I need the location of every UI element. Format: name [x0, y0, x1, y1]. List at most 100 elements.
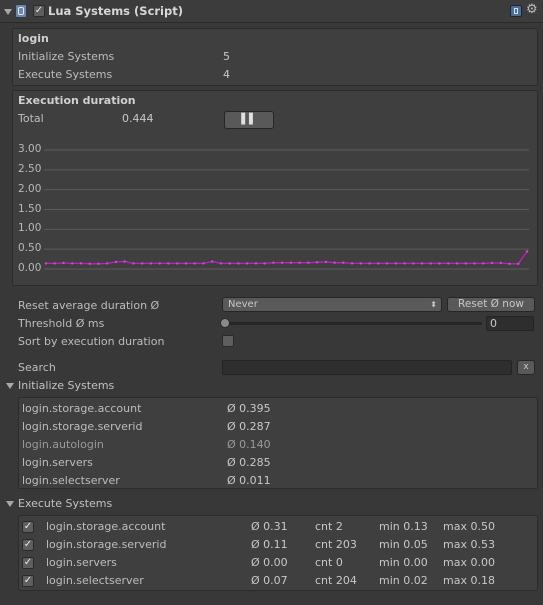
threshold-label: Threshold Ø ms: [18, 317, 105, 330]
exec-system-max: max 0.18: [443, 574, 495, 587]
duration-data-point: [324, 260, 328, 264]
duration-title: Execution duration: [18, 94, 136, 107]
gear-icon[interactable]: ⚙: [526, 3, 538, 17]
duration-data-point: [53, 262, 56, 265]
exec-system-min: min 0.02: [379, 574, 428, 587]
duration-data-point: [385, 262, 389, 265]
reset-average-dropdown[interactable]: Never ⬍: [222, 297, 442, 312]
reset-average-label: Reset average duration Ø: [18, 299, 160, 312]
search-input[interactable]: [222, 360, 512, 375]
duration-data-point: [123, 260, 126, 263]
duration-chart: 3.00 2.50 2.00 1.50 1.00 0.50 0.00: [0, 140, 543, 280]
duration-data-point: [420, 262, 424, 265]
initialize-foldout-icon[interactable]: [6, 383, 14, 389]
system-enabled-checkbox[interactable]: ✓: [22, 539, 34, 551]
exec-system-average: Ø 0.31: [251, 520, 288, 533]
duration-data-point: [106, 262, 109, 265]
duration-data-point: [394, 262, 397, 265]
duration-data-point: [62, 261, 65, 265]
duration-data-point: [315, 261, 319, 264]
dropdown-arrows-icon: ⬍: [430, 300, 437, 309]
total-value: 0.444: [122, 112, 154, 125]
initialize-section-title[interactable]: Initialize Systems: [18, 379, 114, 392]
duration-data-point: [158, 262, 161, 265]
help-icon[interactable]: [510, 5, 522, 17]
init-system-duration: Ø 0.140: [227, 438, 271, 451]
init-system-duration: Ø 0.395: [227, 402, 271, 415]
duration-data-point: [342, 261, 345, 264]
duration-data-point: [88, 262, 91, 265]
duration-data-point: [211, 260, 214, 263]
init-system-name: login.storage.account: [22, 402, 142, 415]
exec-system-name: login.selectserver: [46, 574, 144, 587]
initialize-systems-label: Initialize Systems: [18, 50, 115, 63]
duration-data-point: [412, 262, 415, 265]
enabled-checkbox[interactable]: ✓: [33, 5, 45, 17]
execute-foldout-icon[interactable]: [6, 501, 14, 507]
search-clear-button[interactable]: x: [517, 360, 535, 375]
duration-data-point: [202, 262, 205, 265]
duration-data-point: [490, 261, 494, 265]
duration-data-point: [167, 262, 170, 265]
exec-system-count: cnt 0: [315, 556, 343, 569]
duration-data-point: [228, 262, 231, 265]
system-enabled-checkbox[interactable]: ✓: [22, 521, 34, 533]
threshold-slider-track[interactable]: [224, 322, 482, 325]
init-system-name: login.autologin: [22, 438, 104, 451]
duration-data-point: [447, 262, 450, 265]
sort-label: Sort by execution duration: [18, 335, 165, 348]
total-label: Total: [18, 112, 44, 125]
duration-data-point: [97, 262, 100, 265]
system-name: login: [18, 32, 49, 45]
duration-data-point: [499, 261, 502, 265]
sort-checkbox[interactable]: [222, 335, 234, 347]
script-icon: [15, 4, 27, 18]
exec-system-count: cnt 2: [315, 520, 343, 533]
duration-data-point: [508, 262, 511, 265]
reset-now-button[interactable]: Reset Ø now: [447, 297, 535, 312]
exec-system-count: cnt 203: [315, 538, 357, 551]
system-enabled-checkbox[interactable]: ✓: [22, 575, 34, 587]
duration-data-point: [245, 262, 249, 265]
duration-data-point: [289, 261, 293, 264]
system-enabled-checkbox[interactable]: ✓: [22, 557, 34, 569]
duration-data-point: [525, 250, 529, 253]
duration-data-point: [455, 262, 459, 265]
duration-data-point: [141, 262, 144, 265]
init-system-duration: Ø 0.285: [227, 456, 271, 469]
duration-data-point: [368, 262, 371, 265]
duration-data-point: [429, 262, 432, 265]
exec-system-max: max 0.50: [443, 520, 495, 533]
component-header: ✓ Lua Systems (Script) ⚙: [0, 0, 543, 23]
duration-data-point: [298, 261, 301, 264]
duration-data-point: [114, 260, 118, 264]
exec-system-name: login.storage.account: [46, 520, 166, 533]
duration-data-point: [473, 262, 476, 265]
duration-data-point: [44, 262, 48, 265]
threshold-slider-thumb[interactable]: [220, 318, 230, 328]
threshold-input[interactable]: 0: [486, 316, 534, 331]
exec-system-min: min 0.00: [379, 556, 428, 569]
exec-system-min: min 0.05: [379, 538, 428, 551]
search-label: Search: [18, 361, 56, 374]
execute-section-title[interactable]: Execute Systems: [18, 497, 112, 510]
duration-data-point: [333, 261, 336, 264]
duration-data-point: [176, 262, 179, 265]
duration-chart-svg: [44, 149, 529, 270]
reset-average-option: Never: [228, 299, 258, 310]
duration-data-point: [438, 262, 441, 265]
pause-button[interactable]: ▌▌: [224, 111, 274, 129]
duration-data-point: [307, 261, 310, 264]
foldout-arrow-icon[interactable]: [4, 9, 12, 15]
exec-system-min: min 0.13: [379, 520, 428, 533]
duration-data-point: [71, 262, 74, 265]
duration-data-point: [482, 262, 485, 265]
component-title: Lua Systems (Script): [48, 4, 183, 18]
exec-system-max: max 0.00: [443, 556, 495, 569]
init-system-duration: Ø 0.287: [227, 420, 271, 433]
initialize-systems-count: 5: [223, 50, 230, 63]
execute-systems-label: Execute Systems: [18, 68, 113, 81]
exec-system-average: Ø 0.11: [251, 538, 288, 551]
duration-series-line: [46, 251, 528, 265]
duration-data-point: [403, 262, 406, 265]
